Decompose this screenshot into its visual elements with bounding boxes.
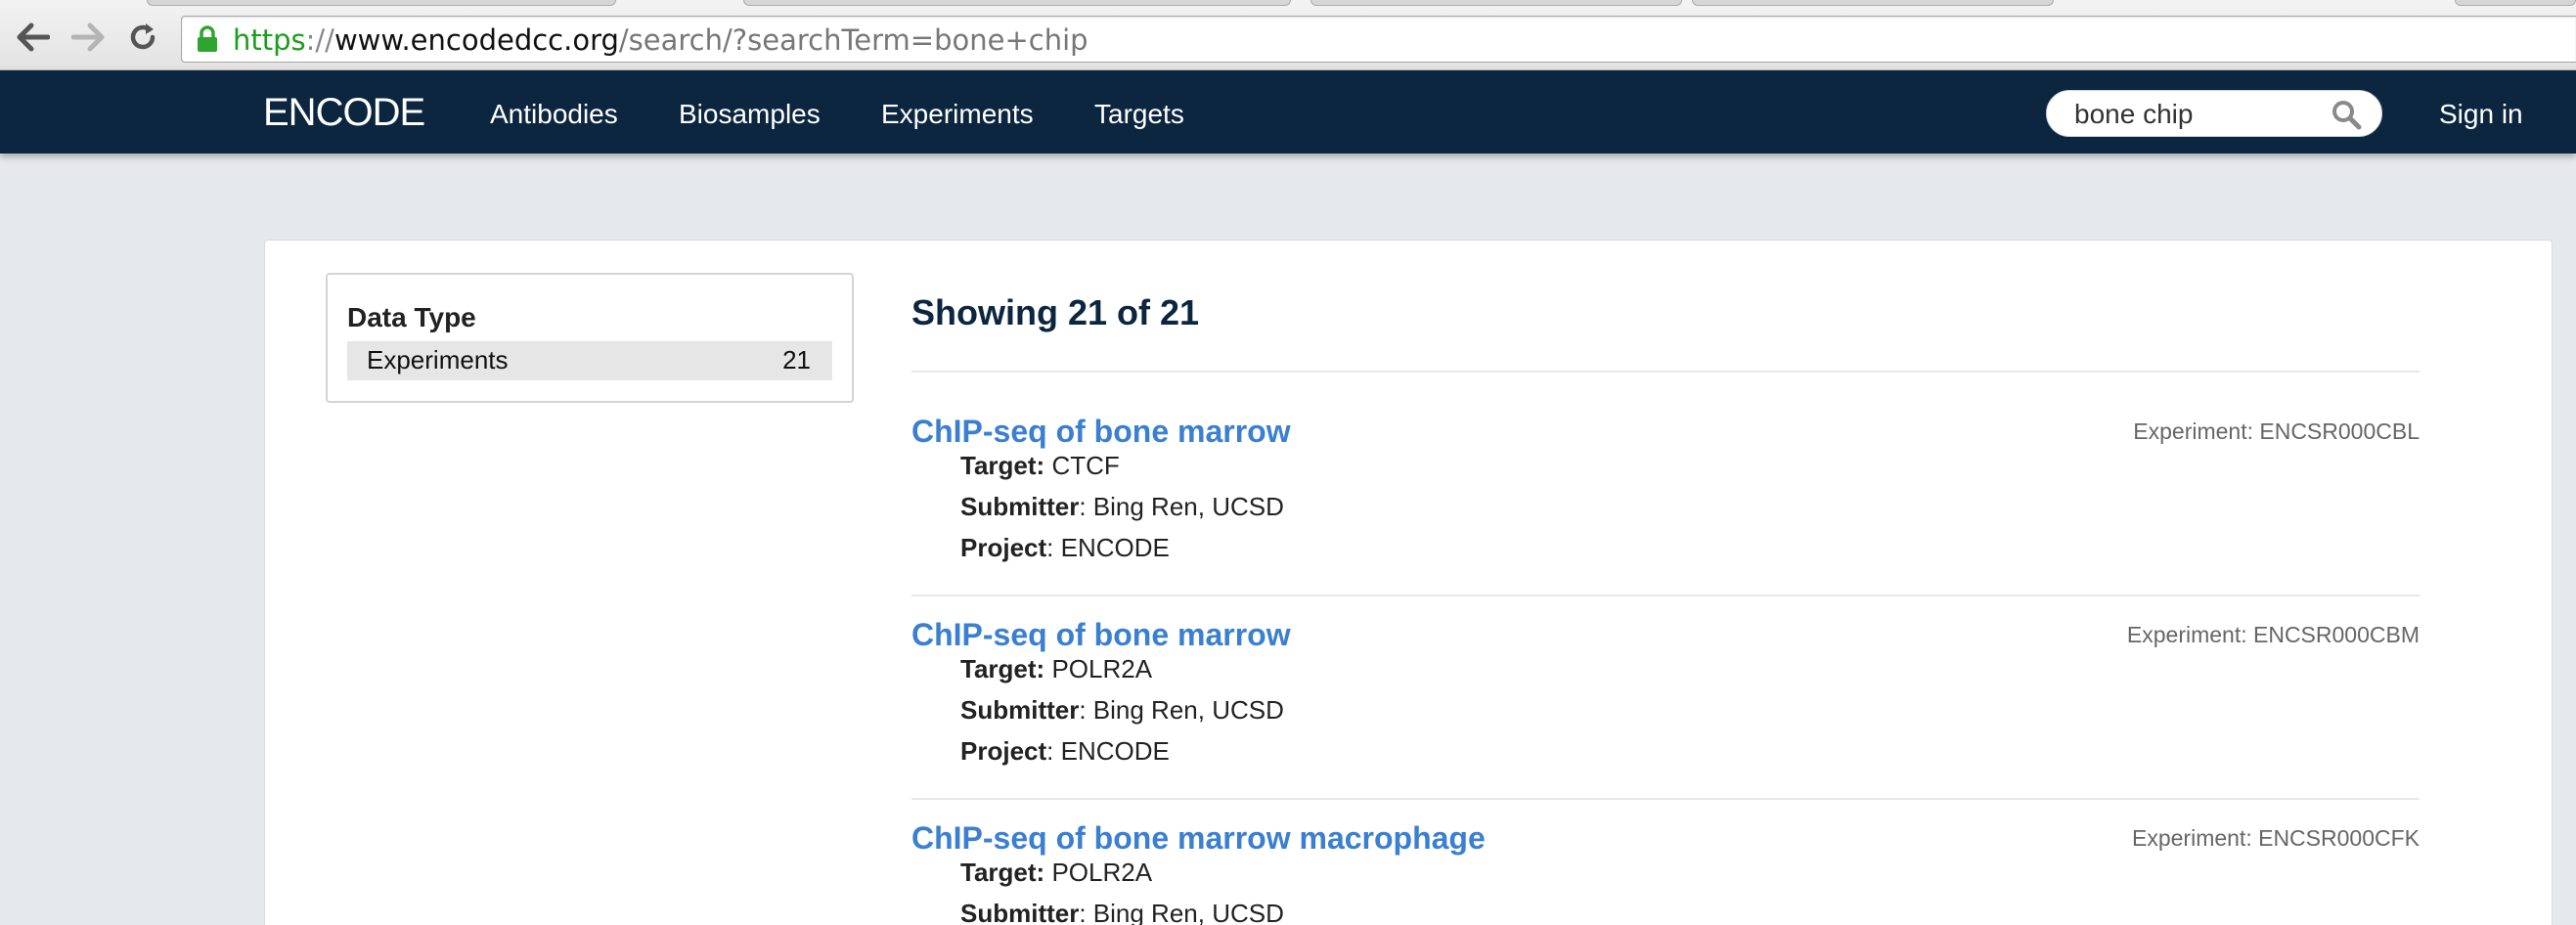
result-target: Target: POLR2A (960, 857, 1152, 888)
result-accession: Experiment: ENCSR000CBL (2133, 418, 2420, 444)
address-url[interactable]: https://www.encodedcc.org/search/?search… (233, 23, 1088, 57)
nav-link-biosamples[interactable]: Biosamples (679, 98, 821, 131)
browser-tab[interactable] (1692, 0, 2054, 6)
search-results-panel: Data Type Experiments 21 Showing 21 of 2… (264, 240, 2553, 925)
tab-strip (0, 0, 2576, 8)
browser-toolbar: https://www.encodedcc.org/search/?search… (0, 0, 2576, 70)
address-bar[interactable]: https://www.encodedcc.org/search/?search… (181, 16, 2576, 63)
reload-icon (130, 23, 155, 50)
facet-data-type: Data Type Experiments 21 (326, 273, 854, 403)
forward-button[interactable] (68, 18, 108, 57)
sign-in-link[interactable]: Sign in (2439, 98, 2523, 131)
submitter-value: : Bing Ren, UCSD (1079, 899, 1284, 925)
result-submitter: Submitter: Bing Ren, UCSD (960, 898, 1284, 925)
nav-link-antibodies[interactable]: Antibodies (490, 98, 618, 131)
target-label: Target: (960, 654, 1045, 683)
project-value: : ENCODE (1046, 736, 1170, 766)
facet-term-experiments[interactable]: Experiments 21 (347, 341, 832, 380)
result-project: Project: ENCODE (960, 735, 1170, 767)
target-label: Target: (960, 858, 1045, 887)
project-label: Project (960, 533, 1047, 562)
target-value: POLR2A (1051, 858, 1153, 887)
target-label: Target: (960, 451, 1045, 480)
submitter-value: : Bing Ren, UCSD (1079, 492, 1284, 521)
browser-tab[interactable] (743, 0, 1291, 6)
reload-button[interactable] (123, 18, 162, 57)
target-value: CTCF (1051, 451, 1120, 480)
result-item: ChIP-seq of bone marrow Experiment: ENCS… (911, 615, 2420, 816)
submitter-value: : Bing Ren, UCSD (1079, 695, 1284, 725)
url-path: /search/?searchTerm=bone+chip (618, 23, 1088, 57)
result-accession: Experiment: ENCSR000CFK (2132, 825, 2420, 851)
nav-link-targets[interactable]: Targets (1094, 98, 1184, 131)
results-count-heading: Showing 21 of 21 (911, 292, 1200, 332)
result-target: Target: CTCF (960, 450, 1120, 481)
url-scheme: https (233, 23, 306, 57)
result-project: Project: ENCODE (960, 532, 1170, 563)
browser-tab[interactable] (1310, 0, 1682, 6)
result-submitter: Submitter: Bing Ren, UCSD (960, 694, 1284, 726)
nav-link-experiments[interactable]: Experiments (881, 98, 1034, 131)
project-value: : ENCODE (1046, 533, 1170, 562)
site-navbar: ENCODE Antibodies Biosamples Experiments… (0, 70, 2576, 154)
site-logo[interactable]: ENCODE (263, 90, 425, 135)
site-search (2046, 90, 2382, 137)
facet-title: Data Type (347, 302, 476, 332)
search-button[interactable] (2331, 99, 2364, 130)
result-item: ChIP-seq of bone marrow Experiment: ENCS… (911, 412, 2420, 613)
submitter-label: Submitter (960, 899, 1080, 925)
browser-tab[interactable] (147, 0, 616, 6)
submitter-label: Submitter (960, 492, 1080, 521)
lock-icon (198, 25, 217, 52)
result-submitter: Submitter: Bing Ren, UCSD (960, 491, 1284, 522)
search-icon (2332, 101, 2362, 130)
search-input[interactable] (2074, 99, 2329, 130)
facet-term-count: 21 (782, 345, 811, 374)
result-item: ChIP-seq of bone marrow macrophage Exper… (911, 818, 2420, 925)
url-host: www.encodedcc.org (333, 23, 619, 57)
back-button[interactable] (14, 18, 53, 57)
result-accession: Experiment: ENCSR000CBM (2126, 622, 2420, 647)
project-label: Project (960, 736, 1047, 766)
browser-tab[interactable] (2455, 0, 2576, 6)
arrow-right-icon (71, 22, 105, 52)
divider (911, 595, 2420, 596)
target-value: POLR2A (1051, 654, 1153, 683)
submitter-label: Submitter (960, 695, 1080, 725)
result-title-link[interactable]: ChIP-seq of bone marrow (911, 615, 1291, 654)
arrow-left-icon (17, 22, 50, 52)
result-title-link[interactable]: ChIP-seq of bone marrow (911, 412, 1291, 451)
result-target: Target: POLR2A (960, 653, 1152, 684)
url-separator: :// (305, 23, 334, 57)
divider (911, 798, 2420, 800)
facet-term-label: Experiments (367, 345, 509, 374)
result-title-link[interactable]: ChIP-seq of bone marrow macrophage (911, 818, 1486, 858)
divider (911, 371, 2420, 373)
